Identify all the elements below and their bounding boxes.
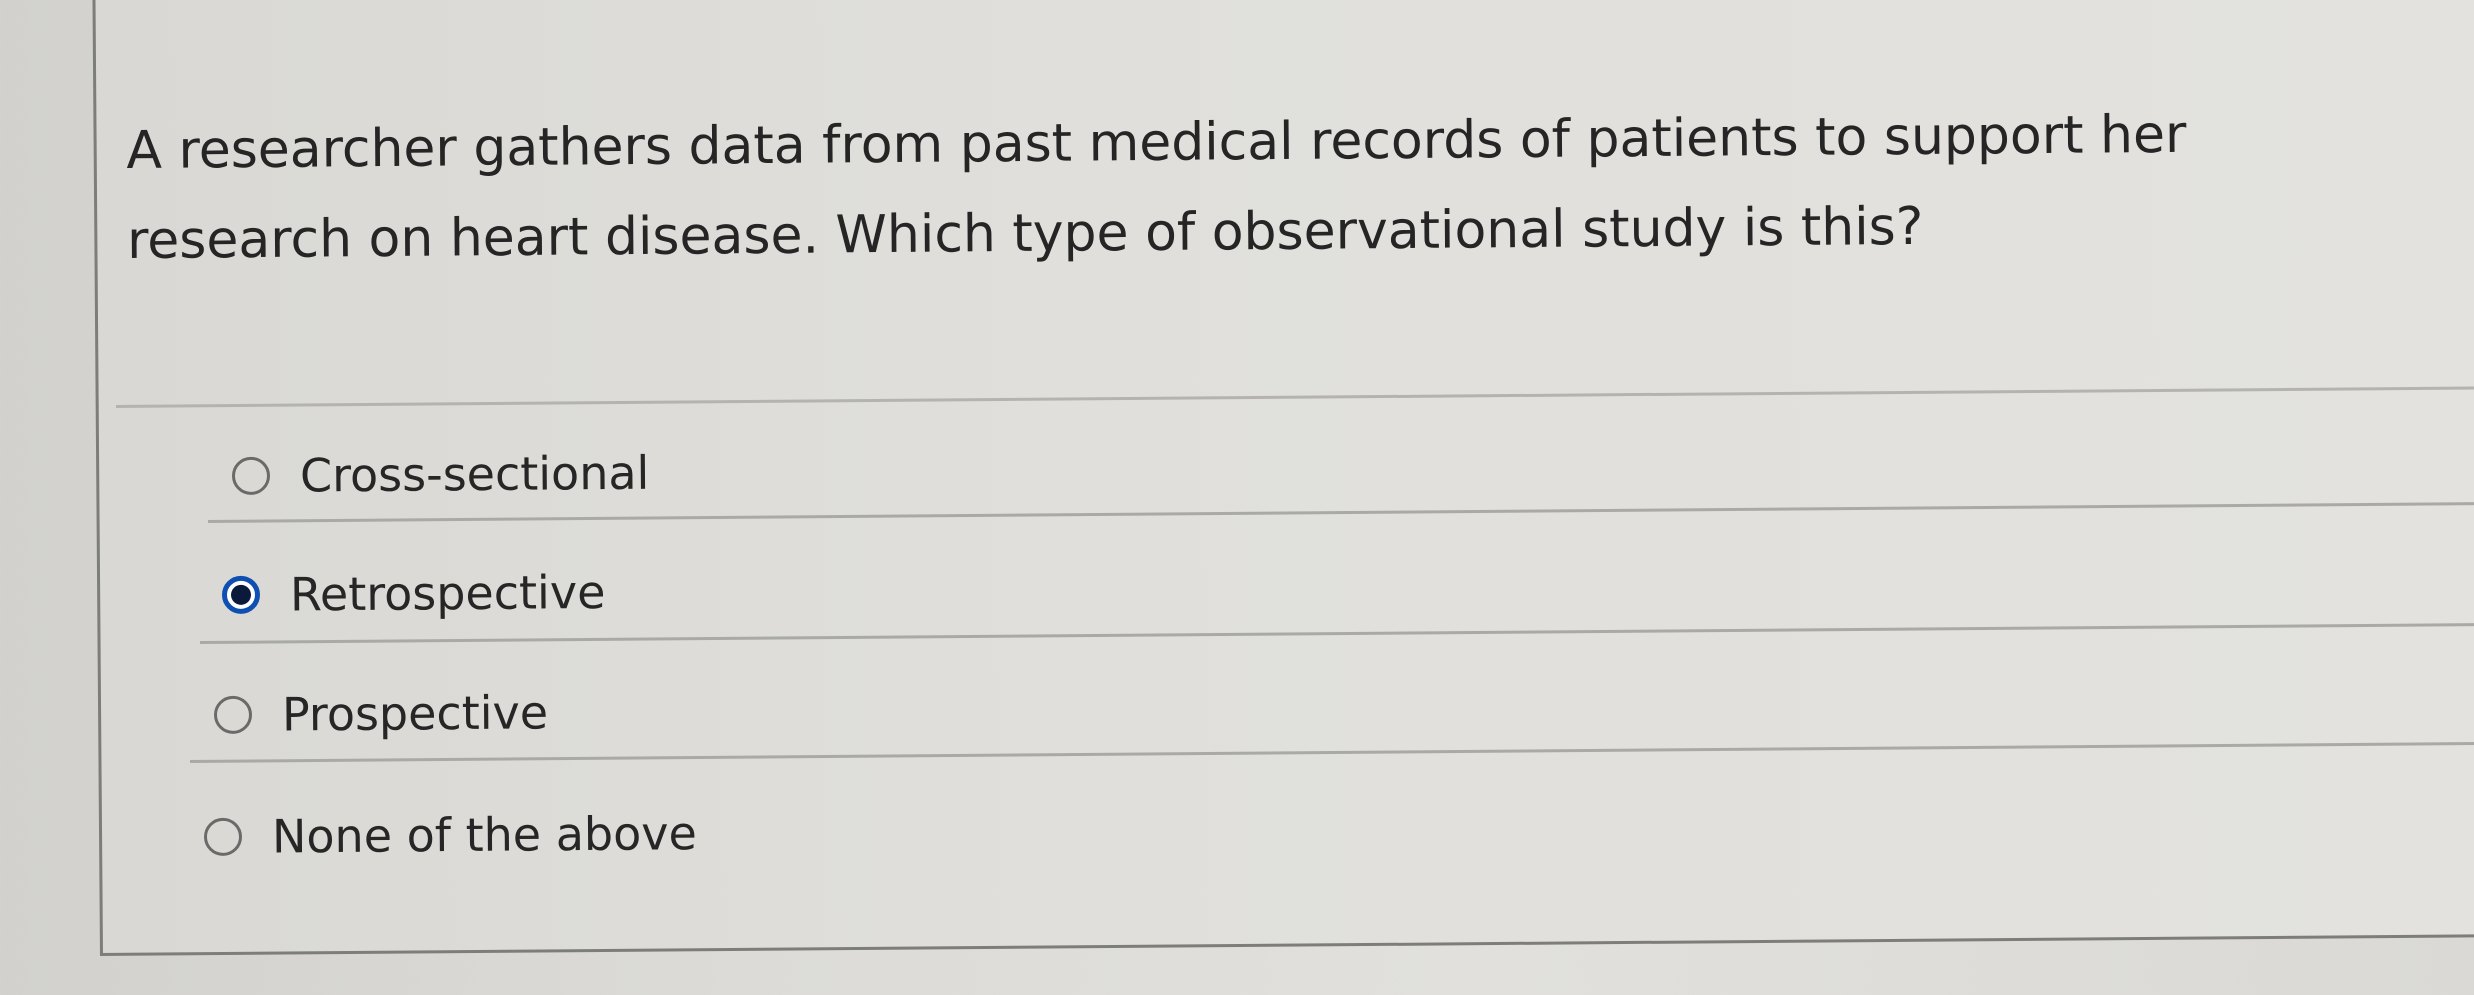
radio-button-none-of-the-above[interactable]	[203, 817, 243, 856]
answer-divider	[190, 742, 2474, 763]
radio-button-cross-sectional[interactable]	[231, 456, 271, 495]
radio-button-prospective[interactable]	[213, 695, 253, 734]
answer-option-cross-sectional[interactable]: Cross-sectional	[231, 445, 650, 503]
answer-option-prospective[interactable]: Prospective	[213, 685, 549, 742]
radio-button-retrospective-selected[interactable]	[221, 575, 261, 614]
answer-divider	[208, 502, 2474, 523]
answer-label-retrospective: Retrospective	[289, 564, 606, 622]
answer-option-none-of-the-above[interactable]: None of the above	[203, 806, 697, 864]
answer-label-none-of-the-above: None of the above	[271, 806, 697, 864]
answer-option-retrospective[interactable]: Retrospective	[221, 564, 606, 622]
answers-list: Cross-sectional Retrospective Prospectiv…	[0, 0, 2474, 995]
answer-divider	[200, 623, 2474, 644]
answer-label-cross-sectional: Cross-sectional	[299, 445, 650, 503]
answer-label-prospective: Prospective	[281, 685, 549, 742]
